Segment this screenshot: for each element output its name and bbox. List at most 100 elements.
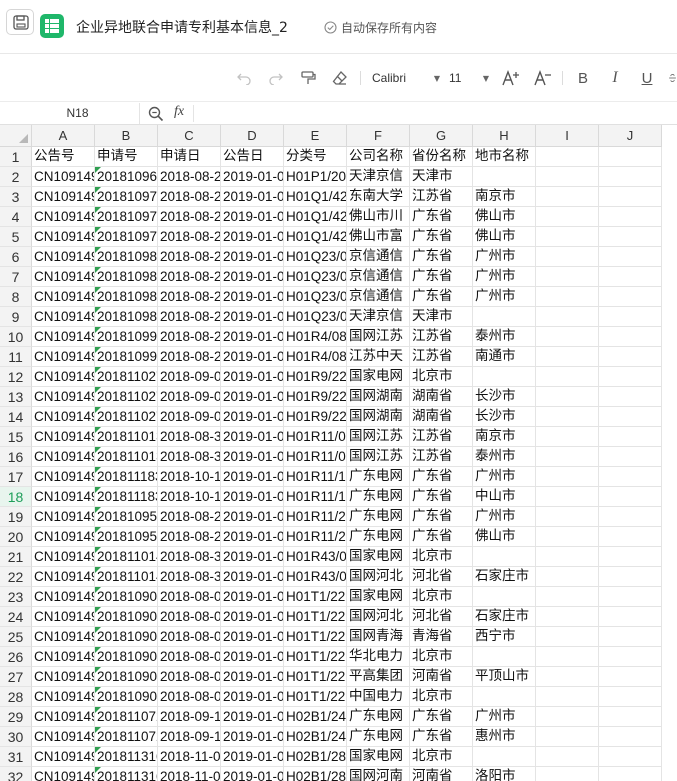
cell[interactable]: 2019-01-0 bbox=[221, 567, 284, 587]
cell[interactable]: 201811072 bbox=[95, 707, 158, 727]
search-icon[interactable] bbox=[148, 106, 164, 126]
cell[interactable]: 广州市 bbox=[473, 247, 536, 267]
cell[interactable] bbox=[599, 727, 662, 747]
cell[interactable] bbox=[599, 327, 662, 347]
cell[interactable]: 广州市 bbox=[473, 287, 536, 307]
cell[interactable]: CN109149 bbox=[32, 607, 95, 627]
cell[interactable]: 201811027 bbox=[95, 407, 158, 427]
name-box[interactable]: N18 bbox=[16, 103, 140, 124]
cell[interactable]: 201810981 bbox=[95, 287, 158, 307]
row-header[interactable]: 12 bbox=[0, 367, 32, 387]
cell[interactable]: 江苏省 bbox=[410, 327, 473, 347]
cell[interactable] bbox=[473, 307, 536, 327]
cell[interactable] bbox=[599, 627, 662, 647]
cell[interactable]: CN109149 bbox=[32, 227, 95, 247]
cell[interactable]: CN109149 bbox=[32, 327, 95, 347]
cell[interactable]: 2019-01-0 bbox=[221, 407, 284, 427]
cell[interactable]: CN109149 bbox=[32, 347, 95, 367]
cell[interactable]: 2019-01-0 bbox=[221, 347, 284, 367]
cell[interactable]: 2018-08-0 bbox=[158, 607, 221, 627]
cell[interactable] bbox=[599, 247, 662, 267]
cell[interactable]: 201810973 bbox=[95, 187, 158, 207]
cell[interactable]: 2018-11-0 bbox=[158, 767, 221, 781]
cell[interactable]: 2019-01-0 bbox=[221, 607, 284, 627]
row-header[interactable]: 21 bbox=[0, 547, 32, 567]
cell[interactable]: CN109149 bbox=[32, 747, 95, 767]
cell[interactable] bbox=[599, 447, 662, 467]
cell[interactable]: 江苏省 bbox=[410, 187, 473, 207]
cell[interactable]: 2019-01-0 bbox=[221, 647, 284, 667]
cell[interactable]: 2018-08-3 bbox=[158, 427, 221, 447]
format-painter-button[interactable] bbox=[298, 67, 318, 89]
cell[interactable] bbox=[599, 187, 662, 207]
cell[interactable]: 2018-10-1 bbox=[158, 467, 221, 487]
cell[interactable] bbox=[536, 367, 599, 387]
row-header[interactable]: 9 bbox=[0, 307, 32, 327]
cell[interactable]: 湖南省 bbox=[410, 407, 473, 427]
cell[interactable]: CN109149 bbox=[32, 527, 95, 547]
cell[interactable] bbox=[536, 767, 599, 781]
column-header[interactable]: C bbox=[158, 125, 221, 147]
cell[interactable] bbox=[599, 347, 662, 367]
strikethrough-button[interactable] bbox=[668, 67, 677, 89]
cell[interactable]: 201810960 bbox=[95, 167, 158, 187]
cell[interactable]: H01Q1/42 bbox=[284, 187, 347, 207]
cell[interactable]: 2018-08-3 bbox=[158, 567, 221, 587]
cell[interactable]: 2019-01-0 bbox=[221, 707, 284, 727]
cell[interactable]: CN109149 bbox=[32, 627, 95, 647]
cell[interactable]: 2019-01-0 bbox=[221, 727, 284, 747]
cell[interactable] bbox=[536, 227, 599, 247]
cell[interactable]: CN109149 bbox=[32, 767, 95, 781]
cell[interactable]: H01R9/22 bbox=[284, 367, 347, 387]
cell[interactable] bbox=[536, 747, 599, 767]
cell[interactable]: 2019-01-0 bbox=[221, 767, 284, 781]
cell[interactable] bbox=[536, 647, 599, 667]
cell[interactable]: H01R11/0 bbox=[284, 447, 347, 467]
cell[interactable]: 2018-09-0 bbox=[158, 387, 221, 407]
row-header[interactable]: 32 bbox=[0, 767, 32, 781]
cell[interactable]: CN109149 bbox=[32, 587, 95, 607]
cell[interactable] bbox=[536, 147, 599, 167]
cell[interactable]: 2019-01-0 bbox=[221, 507, 284, 527]
cell[interactable]: H01R11/1 bbox=[284, 467, 347, 487]
cell[interactable] bbox=[536, 447, 599, 467]
cell[interactable] bbox=[536, 187, 599, 207]
cell[interactable]: CN109149 bbox=[32, 367, 95, 387]
cell[interactable] bbox=[536, 687, 599, 707]
cell[interactable]: 省份名称 bbox=[410, 147, 473, 167]
cell[interactable] bbox=[473, 647, 536, 667]
cell[interactable] bbox=[536, 667, 599, 687]
cell[interactable]: CN109149 bbox=[32, 647, 95, 667]
cell[interactable] bbox=[473, 367, 536, 387]
row-header[interactable]: 24 bbox=[0, 607, 32, 627]
cell[interactable]: 广东省 bbox=[410, 727, 473, 747]
cell[interactable]: 2019-01-0 bbox=[221, 467, 284, 487]
cell[interactable]: 北京市 bbox=[410, 587, 473, 607]
row-header[interactable]: 6 bbox=[0, 247, 32, 267]
cell[interactable]: 2019-01-0 bbox=[221, 547, 284, 567]
cell[interactable]: H01R43/0 bbox=[284, 567, 347, 587]
cell[interactable]: 公告号 bbox=[32, 147, 95, 167]
cell[interactable]: 广东省 bbox=[410, 207, 473, 227]
cell[interactable]: 2019-01-0 bbox=[221, 527, 284, 547]
cell[interactable]: H01T1/22 bbox=[284, 587, 347, 607]
cell[interactable]: 2019-01-0 bbox=[221, 667, 284, 687]
row-header[interactable]: 25 bbox=[0, 627, 32, 647]
cell[interactable]: 2019-01-0 bbox=[221, 587, 284, 607]
cell[interactable]: 广东省 bbox=[410, 287, 473, 307]
cell[interactable]: 2019-01-0 bbox=[221, 287, 284, 307]
font-size-select[interactable]: 11 ▼ bbox=[449, 67, 489, 89]
cell[interactable]: 广东电网 bbox=[347, 527, 410, 547]
cell[interactable]: 201810907 bbox=[95, 587, 158, 607]
cell[interactable]: 国网湖南 bbox=[347, 407, 410, 427]
cell[interactable] bbox=[599, 687, 662, 707]
cell[interactable]: 东南大学 bbox=[347, 187, 410, 207]
cell[interactable]: 平高集团 bbox=[347, 667, 410, 687]
cell[interactable]: 天津京信 bbox=[347, 167, 410, 187]
cell[interactable]: 2018-09-0 bbox=[158, 407, 221, 427]
row-header[interactable]: 8 bbox=[0, 287, 32, 307]
cell[interactable]: 京信通信 bbox=[347, 267, 410, 287]
row-header[interactable]: 17 bbox=[0, 467, 32, 487]
cell[interactable]: 中山市 bbox=[473, 487, 536, 507]
cell[interactable] bbox=[536, 247, 599, 267]
